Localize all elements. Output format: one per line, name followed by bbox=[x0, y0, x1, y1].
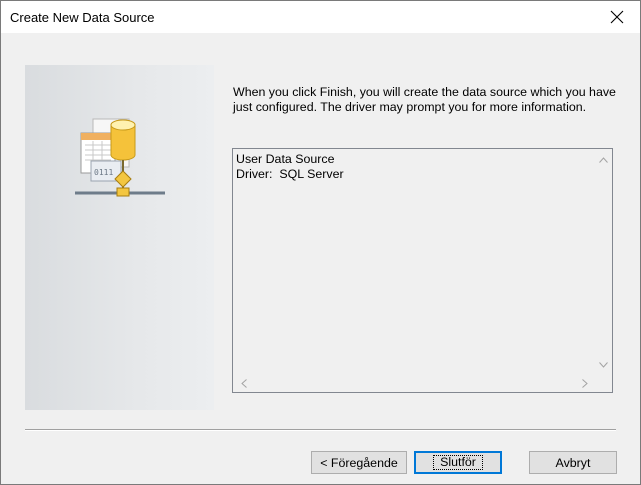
title-bar[interactable]: Create New Data Source bbox=[1, 1, 640, 33]
create-new-data-source-dialog: Create New Data Source 0111 When you cli… bbox=[0, 0, 641, 485]
scroll-up-icon[interactable] bbox=[595, 151, 612, 168]
back-button[interactable]: < Föregående bbox=[311, 451, 407, 474]
svg-text:0111: 0111 bbox=[94, 168, 113, 177]
button-separator bbox=[25, 429, 616, 431]
scroll-left-icon[interactable] bbox=[235, 375, 252, 392]
summary-line-data-source: User Data Source bbox=[236, 152, 335, 166]
close-icon bbox=[610, 10, 624, 24]
summary-text: User Data Source Driver: SQL Server bbox=[236, 152, 344, 182]
horizontal-scrollbar[interactable] bbox=[233, 375, 595, 392]
finish-instructions: When you click Finish, you will create t… bbox=[233, 85, 616, 114]
data-source-icon: 0111 bbox=[75, 118, 165, 197]
summary-textbox[interactable]: User Data Source Driver: SQL Server bbox=[232, 148, 613, 393]
scroll-right-icon[interactable] bbox=[576, 375, 593, 392]
vertical-scrollbar[interactable] bbox=[595, 149, 612, 375]
summary-line-driver: Driver: SQL Server bbox=[236, 167, 344, 181]
window-title: Create New Data Source bbox=[10, 10, 155, 25]
scroll-down-icon[interactable] bbox=[595, 356, 612, 373]
cancel-button[interactable]: Avbryt bbox=[529, 451, 617, 474]
finish-button[interactable]: Slutför bbox=[414, 451, 502, 474]
wizard-side-panel: 0111 bbox=[25, 65, 214, 410]
finish-button-label: Slutför bbox=[433, 455, 483, 470]
close-button[interactable] bbox=[594, 1, 640, 33]
